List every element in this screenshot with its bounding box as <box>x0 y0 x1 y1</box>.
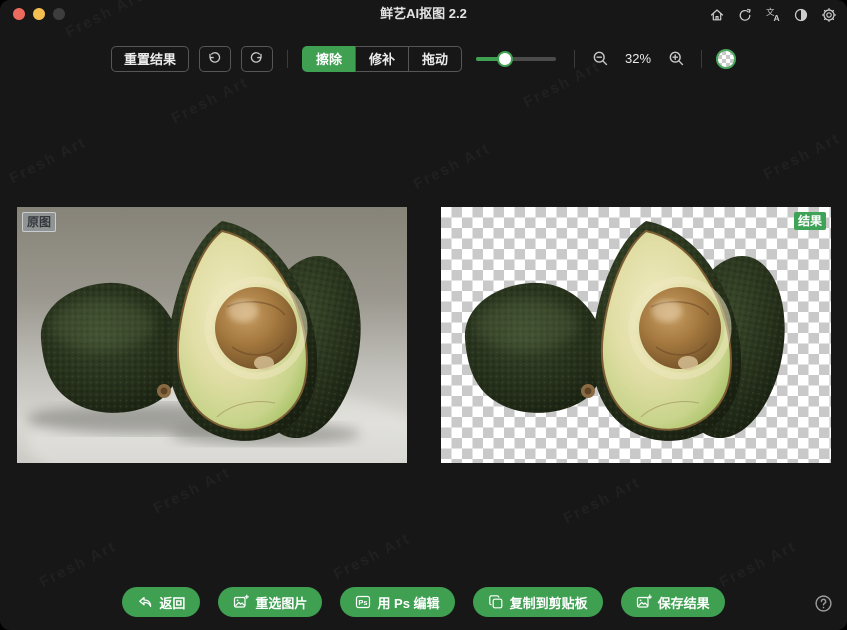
help-button[interactable] <box>814 594 833 613</box>
ps-icon: Ps <box>355 594 371 610</box>
watermark-text: Fresh Art <box>561 474 644 527</box>
original-image-panel[interactable]: 原图 <box>17 207 407 463</box>
translate-icon[interactable]: 文 A <box>764 6 781 23</box>
help-icon <box>814 594 833 613</box>
original-photo <box>17 207 407 463</box>
zoom-out-button[interactable] <box>589 48 611 70</box>
brush-size-slider[interactable] <box>476 51 556 67</box>
image-plus-icon <box>233 594 249 610</box>
zoom-level: 32% <box>621 51 655 66</box>
app-window: Fresh Art Fresh Art Fresh Art Fresh Art … <box>0 0 847 630</box>
watermark-text: Fresh Art <box>151 464 234 517</box>
watermark-text: Fresh Art <box>717 538 800 591</box>
redo-button[interactable] <box>241 46 273 72</box>
background-toggle-button[interactable] <box>716 49 736 69</box>
tool-erase[interactable]: 擦除 <box>302 46 356 72</box>
toolbar: 重置结果 擦除 修补 拖动 32% <box>0 45 847 72</box>
reselect-image-button[interactable]: 重选图片 <box>218 587 322 617</box>
watermark-text: Fresh Art <box>761 130 844 183</box>
back-arrow-icon <box>137 594 153 610</box>
copy-icon <box>488 594 504 610</box>
zoom-out-icon <box>592 50 609 67</box>
toolbar-divider <box>574 50 575 68</box>
back-button[interactable]: 返回 <box>122 587 200 617</box>
save-label: 保存结果 <box>658 593 710 612</box>
undo-icon <box>207 51 222 66</box>
tool-repair[interactable]: 修补 <box>355 46 409 72</box>
toolbar-divider <box>701 50 702 68</box>
watermark-text: Fresh Art <box>169 74 252 127</box>
result-cutout <box>441 207 831 463</box>
footer-actions: 返回 重选图片 Ps 用 Ps 编辑 复制到剪贴板 <box>0 587 847 617</box>
copy-label: 复制到剪贴板 <box>510 593 588 612</box>
copy-to-clipboard-button[interactable]: 复制到剪贴板 <box>473 587 603 617</box>
edit-with-ps-button[interactable]: Ps 用 Ps 编辑 <box>340 587 454 617</box>
tool-drag[interactable]: 拖动 <box>408 46 462 72</box>
watermark-text: Fresh Art <box>7 134 90 187</box>
redo-icon <box>249 51 264 66</box>
result-badge: 结果 <box>794 212 826 230</box>
reselect-label: 重选图片 <box>255 593 307 612</box>
titlebar: 鲜艺AI抠图 2.2 文 A <box>0 0 847 28</box>
toolbar-divider <box>287 50 288 68</box>
edit-ps-label: 用 Ps 编辑 <box>377 593 439 612</box>
tool-segments: 擦除 修补 拖动 <box>302 46 462 72</box>
history-icon[interactable] <box>736 6 753 23</box>
original-badge: 原图 <box>22 212 56 232</box>
settings-icon[interactable] <box>820 6 837 23</box>
watermark-text: Fresh Art <box>411 140 494 193</box>
reset-result-button[interactable]: 重置结果 <box>111 46 189 72</box>
home-icon[interactable] <box>708 6 725 23</box>
back-label: 返回 <box>159 593 185 612</box>
svg-text:Ps: Ps <box>359 598 368 607</box>
svg-text:A: A <box>773 13 779 23</box>
undo-button[interactable] <box>199 46 231 72</box>
contrast-icon[interactable] <box>792 6 809 23</box>
watermark-text: Fresh Art <box>331 530 414 583</box>
slider-thumb[interactable] <box>497 51 513 67</box>
result-image-panel[interactable]: 结果 <box>441 207 831 463</box>
watermark-text: Fresh Art <box>37 538 120 591</box>
zoom-in-button[interactable] <box>665 48 687 70</box>
zoom-in-icon <box>668 50 685 67</box>
save-result-button[interactable]: 保存结果 <box>621 587 725 617</box>
image-save-icon <box>636 594 652 610</box>
